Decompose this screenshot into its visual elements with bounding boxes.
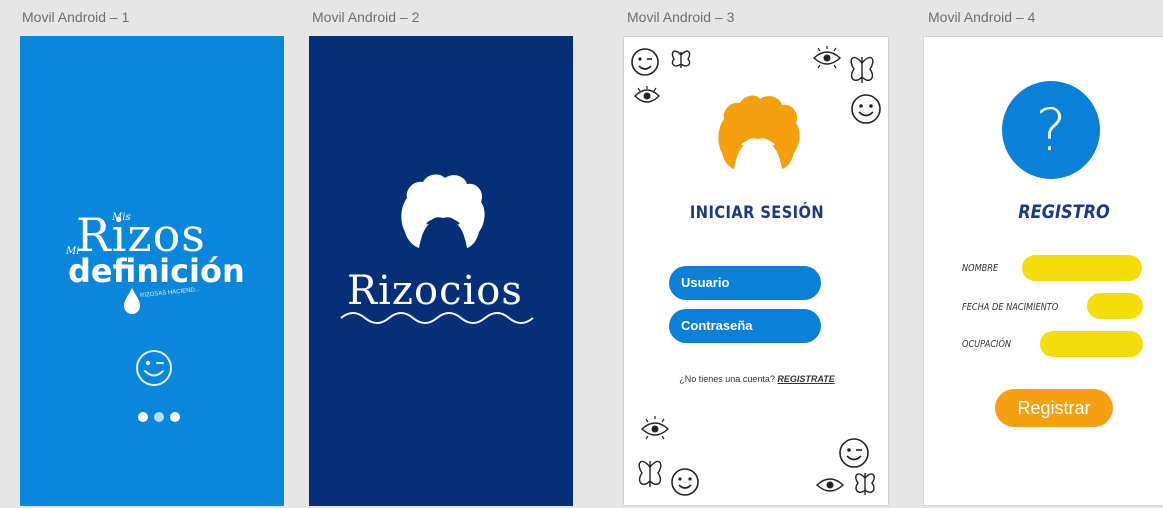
artboard-register[interactable]: ? REGISTRO NOMBRE FECHA DE NACIMIENTO OC… xyxy=(923,36,1163,506)
artboard-label-1[interactable]: Movil Android – 1 xyxy=(22,9,129,25)
wink-smiley-icon xyxy=(136,350,172,386)
artboard-brand[interactable]: Rizocios xyxy=(309,36,573,506)
eye-icon xyxy=(812,46,842,69)
artboard-label-3[interactable]: Movil Android – 3 xyxy=(627,9,734,25)
loading-dot xyxy=(170,412,180,422)
name-label: NOMBRE xyxy=(962,263,999,274)
loading-dots xyxy=(138,412,180,422)
butterfly-icon xyxy=(855,473,875,495)
occupation-field[interactable] xyxy=(1040,331,1143,357)
no-account-text: ¿No tienes una cuenta? xyxy=(679,374,775,384)
mis-rizos-logo: Mis Mi Rizos definición RIZOSAS HACIEND.… xyxy=(60,206,260,346)
design-canvas: Movil Android – 1 Movil Android – 2 Movi… xyxy=(0,0,1163,508)
birthdate-label: FECHA DE NACIMIENTO xyxy=(962,302,1059,313)
birthdate-field[interactable] xyxy=(1087,293,1143,319)
login-title: INICIAR SESIÓN xyxy=(689,203,825,223)
occupation-label: OCUPACIÓN xyxy=(962,339,1012,350)
wink-smiley-icon xyxy=(631,48,659,76)
loading-dot xyxy=(154,412,164,422)
butterfly-icon xyxy=(850,56,874,83)
artboard-login[interactable]: INICIAR SESIÓN Usuario Contraseña ¿No ti… xyxy=(623,36,889,506)
wink-smiley-icon xyxy=(839,438,869,468)
question-mark-icon: ? xyxy=(1002,81,1100,179)
curly-hair-avatar-icon xyxy=(718,95,800,169)
butterfly-icon xyxy=(671,50,691,68)
wave-underline-icon xyxy=(340,312,534,324)
smiley-icon xyxy=(851,94,881,124)
eye-icon xyxy=(634,86,660,103)
artboard-label-4[interactable]: Movil Android – 4 xyxy=(928,9,1035,25)
password-field[interactable]: Contraseña xyxy=(669,309,821,343)
register-prompt: ¿No tienes una cuenta? REGISTRATE xyxy=(624,374,888,384)
eye-icon xyxy=(815,478,845,492)
register-link[interactable]: REGISTRATE xyxy=(777,374,834,384)
register-title: REGISTRO xyxy=(1018,201,1110,223)
eye-icon xyxy=(640,416,670,440)
name-field[interactable] xyxy=(1022,255,1142,281)
artboard-label-2[interactable]: Movil Android – 2 xyxy=(312,9,419,25)
butterfly-icon xyxy=(638,460,662,487)
loading-dot xyxy=(138,412,148,422)
smiley-icon xyxy=(671,468,699,496)
logo-drop-icon xyxy=(124,288,140,314)
username-field[interactable]: Usuario xyxy=(669,266,821,300)
curly-hair-logo-icon xyxy=(401,174,485,248)
register-button[interactable]: Registrar xyxy=(995,389,1113,427)
logo-definicion-text: definición xyxy=(68,252,245,290)
artboard-splash[interactable]: Mis Mi Rizos definición RIZOSAS HACIEND.… xyxy=(20,36,284,506)
